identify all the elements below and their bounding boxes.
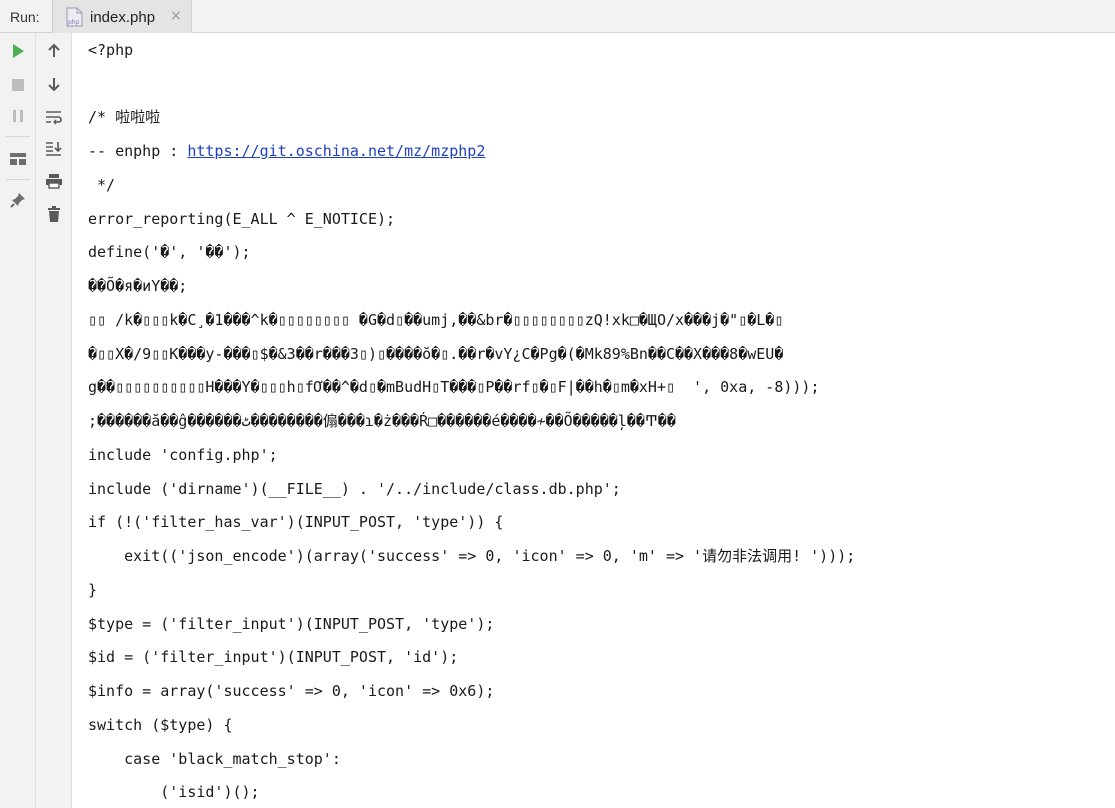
tab-index-php[interactable]: php index.php × <box>52 0 192 33</box>
run-actions-toolbar <box>0 33 36 808</box>
arrow-down-icon <box>48 78 60 92</box>
toolbar-separator <box>6 179 30 180</box>
console-line: define('�', '��'); <box>88 243 251 261</box>
console-line: ��Õ�я�иΥ��; <box>88 277 188 295</box>
pin-tab-button[interactable] <box>6 188 30 212</box>
scroll-to-end-button[interactable] <box>42 137 66 161</box>
layout-icon <box>10 153 26 165</box>
scroll-to-end-icon <box>46 142 62 156</box>
pause-icon <box>13 110 23 122</box>
console-line: ('isid')(); <box>88 783 260 801</box>
restore-layout-button[interactable] <box>6 147 30 171</box>
soft-wrap-button[interactable] <box>42 105 66 129</box>
console-line: ;������ă��ĝ������ٹ��������傓���ɿ�ż���Ŕ□��… <box>88 412 676 430</box>
console-line: exit(('json_encode')(array('success' => … <box>88 547 856 565</box>
php-file-icon: php <box>66 7 83 27</box>
output-actions-toolbar <box>36 33 72 808</box>
console-line: $id = ('filter_input')(INPUT_POST, 'id')… <box>88 648 459 666</box>
run-tool-window: Run: php index.php × <?php /* 啦啦啦 -- enp… <box>0 0 1115 808</box>
console-line: -- enphp : https://git.oschina.net/mz/mz… <box>88 141 485 161</box>
rerun-button[interactable] <box>6 39 30 63</box>
repository-link[interactable]: https://git.oschina.net/mz/mzphp2 <box>187 142 485 160</box>
console-output[interactable]: <?php /* 啦啦啦 -- enphp : https://git.osch… <box>72 33 1115 808</box>
console-line: include 'config.php'; <box>88 446 278 464</box>
php-icon-text: php <box>68 19 80 26</box>
console-line: if (!('filter_has_var')(INPUT_POST, 'typ… <box>88 513 504 531</box>
console-line: */ <box>88 176 116 194</box>
console-line: �▯▯X�/9▯▯K���y-���▯$�&3��r���3▯)▯����ŏ�▯… <box>88 345 784 363</box>
console-line: switch ($type) { <box>88 716 233 734</box>
toolbar-separator <box>6 136 30 137</box>
tab-title: index.php <box>90 9 156 26</box>
close-tab-icon[interactable]: × <box>170 8 182 24</box>
console-line: include ('dirname')(__FILE__) . '/../inc… <box>88 480 621 498</box>
console-line: g��▯▯▯▯▯▯▯▯▯▯H���Y�▯▯▯h▯fƠ��^�d▯�mBudH▯T… <box>88 378 820 396</box>
console-line-text: -- enphp : <box>88 142 188 160</box>
console-line: ▯▯ /k�▯▯▯k�C¸�1���^k�▯▯▯▯▯▯▯▯ �G�d▯��umj… <box>88 311 784 329</box>
console-line: error_reporting(E_ALL ^ E_NOTICE); <box>88 210 396 228</box>
trash-icon <box>48 206 60 222</box>
run-header: Run: php index.php × <box>0 0 1115 33</box>
printer-icon <box>46 174 62 189</box>
arrow-up-icon <box>48 43 60 57</box>
pin-icon <box>10 193 25 208</box>
pause-button[interactable] <box>6 104 30 128</box>
stop-button[interactable] <box>6 73 30 97</box>
console-line: $info = array('success' => 0, 'icon' => … <box>88 682 495 700</box>
clear-all-button[interactable] <box>42 202 66 226</box>
console-line: case 'black_match_stop': <box>88 750 341 768</box>
run-label: Run: <box>10 9 40 25</box>
next-occurrence-button[interactable] <box>42 72 66 96</box>
console-line: <?php <box>88 41 134 59</box>
console-line: $type = ('filter_input')(INPUT_POST, 'ty… <box>88 615 495 633</box>
print-button[interactable] <box>42 169 66 193</box>
previous-occurrence-button[interactable] <box>42 39 66 63</box>
stop-icon <box>12 79 24 91</box>
soft-wrap-icon <box>46 111 62 125</box>
console-line: } <box>88 581 98 599</box>
console-line: /* 啦啦啦 <box>88 108 161 126</box>
play-icon <box>13 44 24 58</box>
